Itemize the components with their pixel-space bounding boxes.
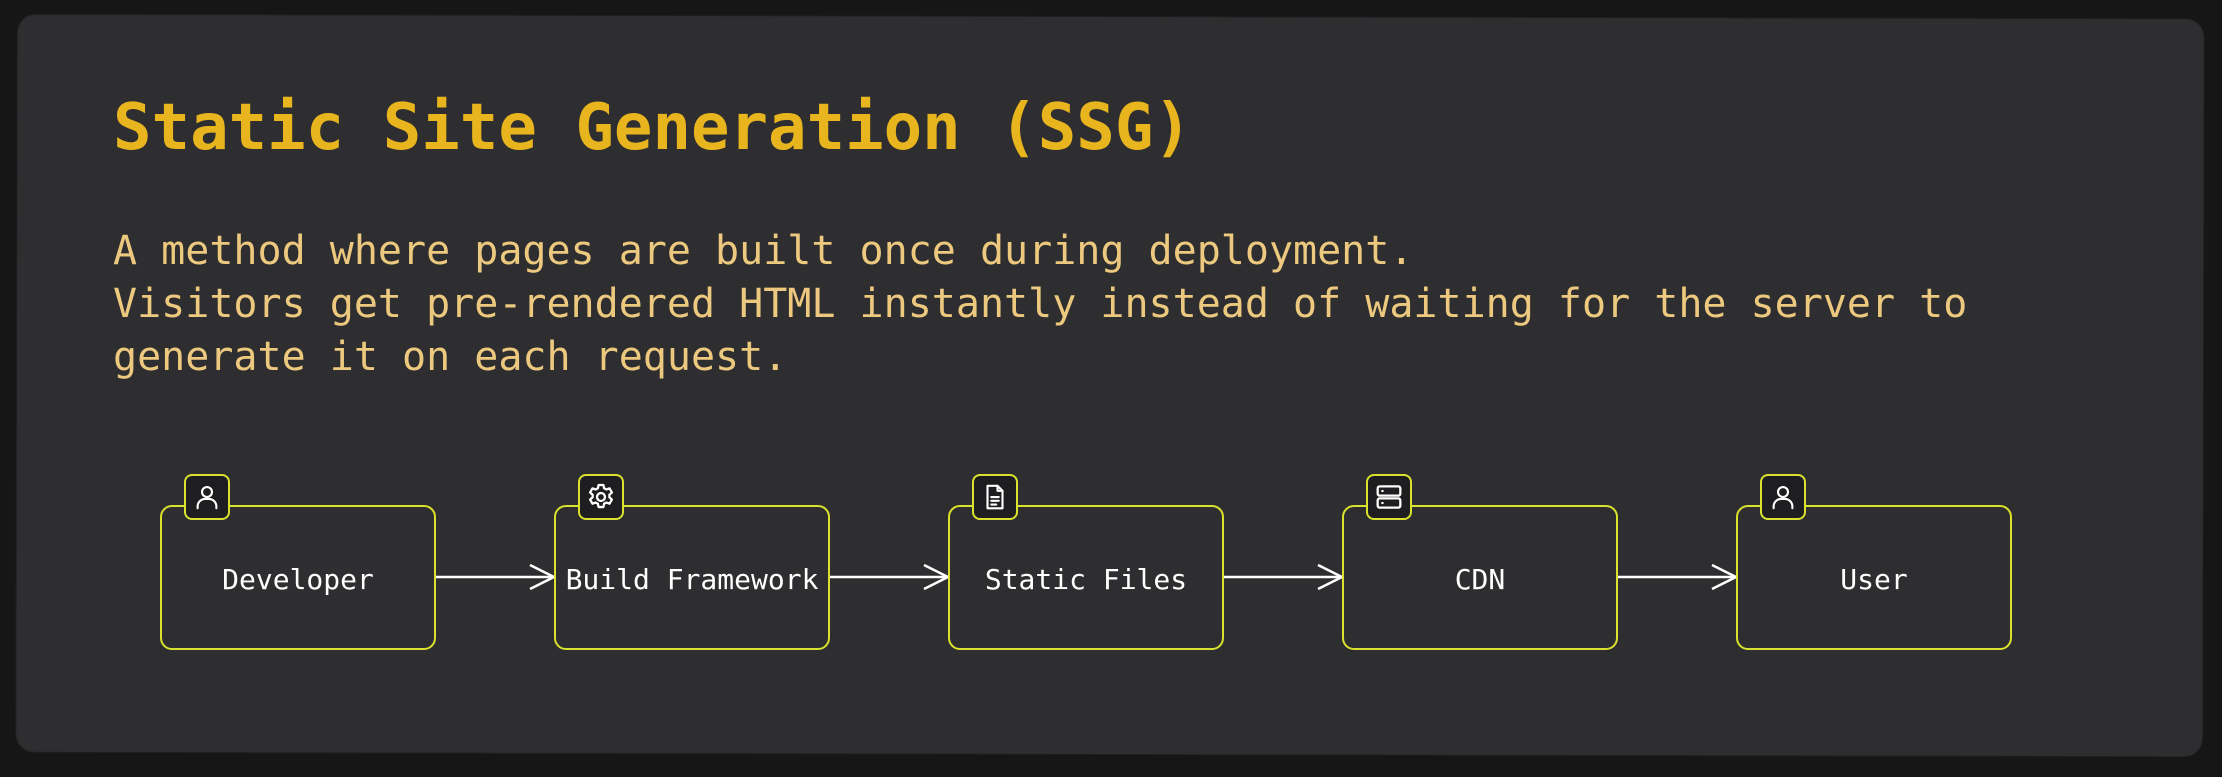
user-icon: [1760, 474, 1806, 520]
node-label: Developer: [222, 563, 374, 596]
node-label: CDN: [1454, 563, 1506, 596]
node-label: User: [1840, 563, 1908, 596]
node-user: User: [1736, 474, 2012, 650]
node-build-framework: Build Framework: [554, 474, 830, 650]
edge-cdn-to-user: [1618, 563, 1738, 591]
node-label: Static Files: [984, 563, 1188, 596]
document-icon: [972, 474, 1018, 520]
flow-edges: [436, 563, 1738, 591]
gear-icon: [578, 474, 624, 520]
edge-build-framework-to-static-files: [830, 563, 950, 591]
edge-static-files-to-cdn: [1224, 563, 1344, 591]
node-developer: Developer: [160, 474, 436, 650]
user-icon: [184, 474, 230, 520]
node-static-files: Static Files: [948, 474, 1224, 650]
node-cdn: CDN: [1342, 474, 1618, 650]
node-label: Build Framework: [565, 563, 819, 596]
edge-developer-to-build-framework: [436, 563, 556, 591]
server-icon: [1366, 474, 1412, 520]
